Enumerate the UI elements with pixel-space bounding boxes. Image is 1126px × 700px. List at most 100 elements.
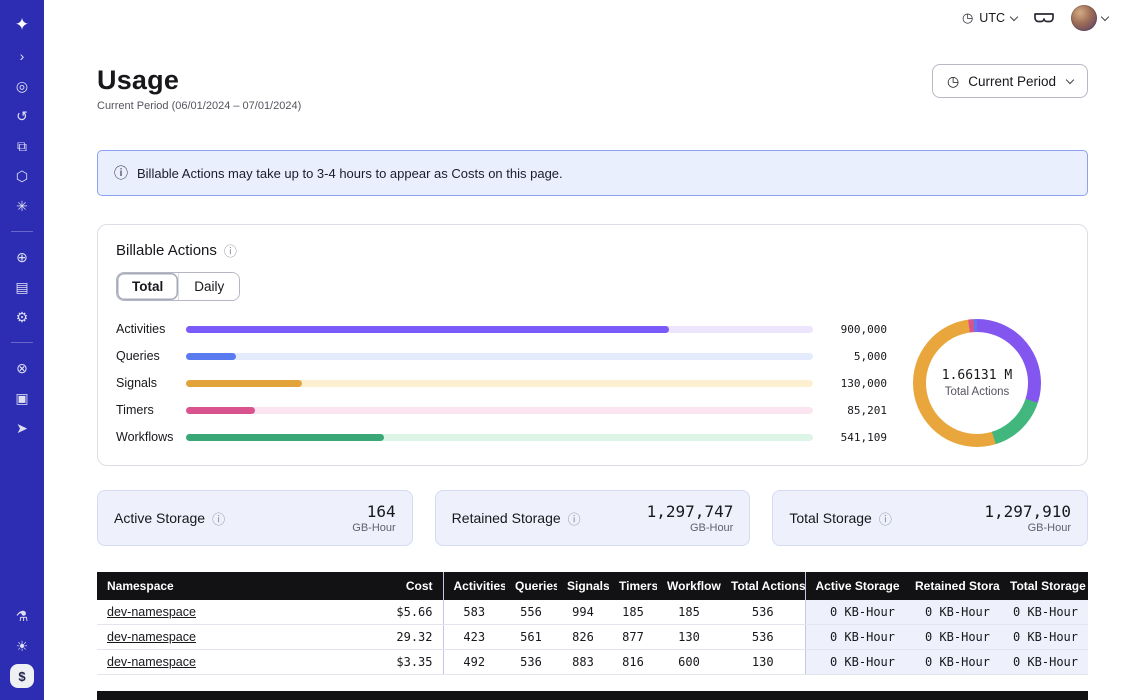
deployments-icon[interactable]: ⬡ [8, 164, 36, 188]
storage-stats-row: Active Storage ⓘ 164GB-Hour Retained Storag… [97, 490, 1088, 546]
bar-label: Timers [116, 403, 186, 417]
topbar: ◷ UTC [44, 0, 1126, 36]
cell-active-storage: 0 KB-Hour [805, 625, 905, 650]
cell-timers: 185 [609, 600, 657, 625]
stat-value-block: 1,297,910GB-Hour [984, 502, 1071, 534]
cell-workflows: 130 [657, 625, 721, 650]
billable-chart: Activities900,000Queries5,000Signals130,… [116, 319, 1067, 447]
bar-value: 130,000 [829, 377, 887, 390]
billable-actions-title: Billable Actions ⓘ [116, 241, 1067, 260]
bar-fill [186, 407, 255, 414]
table-row: dev-namespace$3.354925368838166001300 KB… [97, 650, 1088, 675]
col-header-activities: Activities [443, 572, 505, 600]
stat-label-text: Total Storage [789, 510, 872, 526]
col-header-signals: Signals [557, 572, 609, 600]
bar-value: 900,000 [829, 323, 887, 336]
lab-flask-icon[interactable]: ⚗ [8, 604, 36, 628]
cell-total-storage: 0 KB-Hour [1000, 625, 1088, 650]
layers-icon[interactable]: ⧉ [8, 134, 36, 158]
cell-active-storage: 0 KB-Hour [805, 650, 905, 675]
cell-workflows: 600 [657, 650, 721, 675]
cell-namespace: dev-namespace [97, 600, 353, 625]
cell-namespace: dev-namespace [97, 625, 353, 650]
timezone-label: UTC [979, 11, 1005, 25]
cell-cost: $5.66 [353, 600, 443, 625]
table-row: dev-namespace29.324235618268771305360 KB… [97, 625, 1088, 650]
tab-total[interactable]: Total [117, 273, 178, 300]
bar-label: Activities [116, 322, 186, 336]
stat-card-total-storage: Total Storage ⓘ 1,297,910GB-Hour [772, 490, 1088, 546]
col-header-cost: Cost [353, 572, 443, 600]
namespace-link[interactable]: dev-namespace [107, 655, 196, 669]
history-icon[interactable]: ↺ [8, 104, 36, 128]
info-icon[interactable]: ⓘ [212, 509, 225, 528]
bar-track [186, 407, 813, 414]
goggles-icon[interactable] [1033, 11, 1055, 25]
table-row: dev-namespace$5.665835569941851855360 KB… [97, 600, 1088, 625]
sidebar-divider [11, 342, 33, 343]
col-header-queries: Queries [505, 572, 557, 600]
bar-track [186, 380, 813, 387]
timezone-selector[interactable]: ◷ UTC [962, 10, 1017, 26]
bar-row-activities: Activities 900,000 [116, 322, 887, 336]
cell-signals: 826 [557, 625, 609, 650]
launch-icon[interactable]: ➤ [8, 416, 36, 440]
bar-value: 541,109 [829, 431, 887, 444]
page-header: Usage Current Period (06/01/2024 – 07/01… [97, 64, 1088, 112]
info-icon[interactable]: ⓘ [568, 509, 581, 528]
tab-daily[interactable]: Daily [178, 273, 239, 300]
cell-namespace: dev-namespace [97, 650, 353, 675]
cell-queries: 556 [505, 600, 557, 625]
main-area: ◷ UTC Usage Current Period (06/01/2024 –… [44, 0, 1126, 700]
billable-actions-card: Billable Actions ⓘ TotalDaily Activities… [97, 224, 1088, 466]
nexus-icon[interactable]: ✳ [8, 194, 36, 218]
currency-dollar-icon[interactable]: $ [10, 664, 34, 688]
globe-icon[interactable]: ⊕ [8, 245, 36, 269]
period-selector-button[interactable]: ◷ Current Period [932, 64, 1088, 98]
billing-icon[interactable]: ▤ [8, 275, 36, 299]
bar-value: 5,000 [829, 350, 887, 363]
stat-value: 164 [352, 502, 395, 521]
bar-fill [186, 326, 669, 333]
cell-timers: 816 [609, 650, 657, 675]
page-subtitle: Current Period (06/01/2024 – 07/01/2024) [97, 100, 301, 112]
cell-total-storage: 0 KB-Hour [1000, 600, 1088, 625]
col-header-retained-storage: Retained Storage [905, 572, 1000, 600]
namespace-link[interactable]: dev-namespace [107, 630, 196, 644]
collapse-chevron-icon[interactable]: › [8, 44, 36, 68]
chevron-down-icon [1066, 75, 1074, 83]
page-content: Usage Current Period (06/01/2024 – 07/01… [44, 36, 1126, 700]
cell-cost: $3.35 [353, 650, 443, 675]
namespace-table: NamespaceCostActivitiesQueriesSignalsTim… [97, 572, 1088, 675]
info-icon[interactable]: ⓘ [879, 509, 892, 528]
temporal-logo-icon[interactable]: ✦ [8, 10, 36, 38]
cell-workflows: 185 [657, 600, 721, 625]
stat-label-text: Active Storage [114, 510, 205, 526]
billable-tabs: TotalDaily [116, 272, 240, 301]
clock-icon: ◷ [962, 10, 973, 26]
stat-value-block: 164GB-Hour [352, 502, 395, 534]
bar-track [186, 326, 813, 333]
bar-label: Signals [116, 376, 186, 390]
donut-chart: 1.66131 M Total Actions [913, 319, 1041, 447]
cell-cost: 29.32 [353, 625, 443, 650]
user-menu[interactable] [1071, 5, 1108, 31]
stat-card-retained-storage: Retained Storageⓘ1,297,747GB-Hour [435, 490, 751, 546]
stat-label-text: Retained Storage [452, 510, 561, 526]
donut-total-value: 1.66131 M [942, 368, 1012, 383]
total-actions-donut-wrap: 1.66131 M Total Actions [887, 319, 1067, 447]
support-icon[interactable]: ⊗ [8, 356, 36, 380]
cell-retained-storage: 0 KB-Hour [905, 650, 1000, 675]
stat-label: Active Storage ⓘ [114, 509, 225, 528]
col-header-workflows: Workflows [657, 572, 721, 600]
namespace-link[interactable]: dev-namespace [107, 605, 196, 619]
cell-active-storage: 0 KB-Hour [805, 600, 905, 625]
namespaces-icon[interactable]: ◎ [8, 74, 36, 98]
docs-icon[interactable]: ▣ [8, 386, 36, 410]
theme-sun-icon[interactable]: ☀ [8, 634, 36, 658]
cell-timers: 877 [609, 625, 657, 650]
bar-row-signals: Signals 130,000 [116, 376, 887, 390]
info-icon[interactable]: ⓘ [224, 241, 237, 260]
stat-label: Retained Storage ⓘ [452, 509, 581, 528]
settings-gear-icon[interactable]: ⚙ [8, 305, 36, 329]
